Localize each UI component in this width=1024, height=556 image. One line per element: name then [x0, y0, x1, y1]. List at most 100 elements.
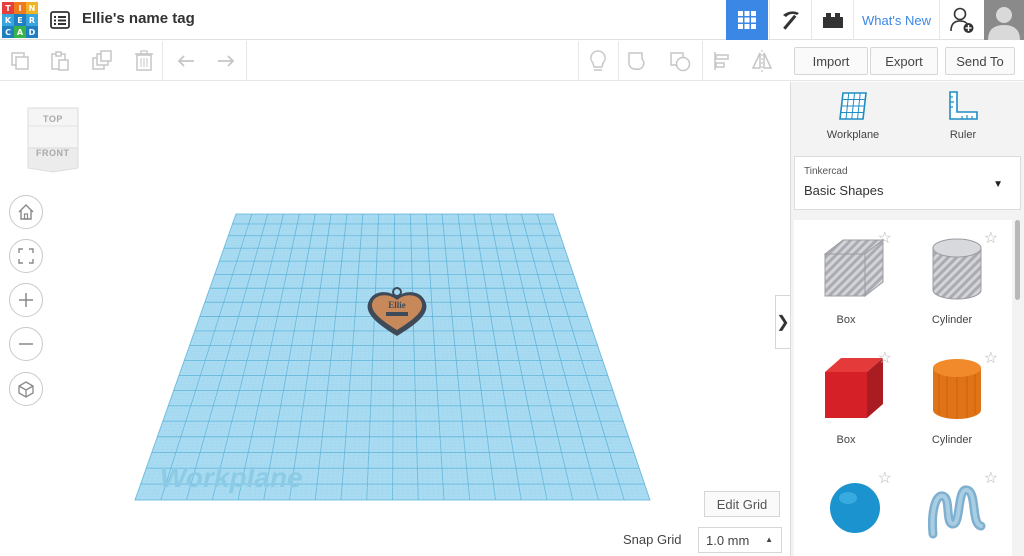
- fit-all-button[interactable]: [9, 239, 43, 273]
- mirror-button[interactable]: [748, 47, 776, 75]
- bricks-button[interactable]: [811, 0, 853, 40]
- copy-icon: [11, 52, 29, 70]
- shapes-scrollbar[interactable]: [1015, 220, 1020, 556]
- whats-new-link[interactable]: What's New: [853, 0, 939, 40]
- shape-label: Cylinder: [931, 314, 973, 326]
- workplane-tool[interactable]: Workplane: [803, 90, 903, 148]
- mirror-icon: [751, 50, 773, 72]
- logo-letter: K: [2, 14, 14, 26]
- workplane-tool-label: Workplane: [826, 129, 880, 141]
- send-to-button[interactable]: Send To: [945, 47, 1015, 75]
- favorite-star-icon[interactable]: ☆: [878, 348, 892, 368]
- logo-letter: E: [14, 14, 26, 26]
- shape-scribble[interactable]: ☆: [900, 460, 1004, 556]
- build-button[interactable]: [769, 0, 811, 40]
- logo-letter: C: [2, 26, 14, 38]
- view-cube-front-label: FRONT: [36, 148, 70, 158]
- collapse-panel-button[interactable]: ❯: [775, 295, 790, 349]
- zoom-in-button[interactable]: [9, 283, 43, 317]
- view-cube[interactable]: TOP FRONT: [22, 102, 84, 174]
- shape-box[interactable]: ☆ Box: [794, 340, 898, 458]
- chevron-right-icon: ❯: [776, 314, 790, 331]
- cube-outline-icon: [18, 381, 34, 398]
- toolbar-divider: [246, 41, 247, 81]
- minus-icon: [19, 343, 33, 345]
- library-source-label: Tinkercad: [804, 166, 848, 177]
- shape-cylinder[interactable]: ☆ Cylinder: [900, 340, 1004, 458]
- list-menu-icon[interactable]: [50, 11, 70, 29]
- shape-label: Cylinder: [931, 434, 973, 446]
- import-button[interactable]: Import: [794, 47, 868, 75]
- document-title[interactable]: Ellie's name tag: [82, 10, 195, 27]
- fit-view-icon: [18, 248, 34, 264]
- ruler-tool-label: Ruler: [949, 129, 977, 141]
- ungroup-button[interactable]: [666, 47, 694, 75]
- edit-grid-button[interactable]: Edit Grid: [704, 491, 780, 517]
- delete-button[interactable]: [130, 47, 158, 75]
- perspective-toggle-button[interactable]: [9, 372, 43, 406]
- scrollbar-thumb[interactable]: [1015, 220, 1020, 300]
- 3d-design-view-button[interactable]: [726, 0, 768, 40]
- name-tag-text: Ellie: [388, 300, 406, 310]
- workplane-grid[interactable]: Workplane Ellie: [0, 82, 790, 556]
- add-user-button[interactable]: [939, 0, 983, 40]
- notes-button[interactable]: [584, 47, 612, 75]
- workplane-watermark: Workplane: [160, 462, 303, 493]
- redo-icon: [218, 55, 235, 67]
- logo-letter: D: [26, 26, 38, 38]
- favorite-star-icon[interactable]: ☆: [984, 348, 998, 368]
- duplicate-icon: [92, 50, 112, 70]
- shapes-grid: ☆ Box ☆ Cylinder ☆ Box ☆ Cylinder ☆ ☆: [794, 220, 1012, 556]
- favorite-star-icon[interactable]: ☆: [984, 468, 998, 488]
- home-icon: [18, 204, 34, 220]
- group-button[interactable]: [624, 47, 652, 75]
- toolbar-divider: [618, 41, 619, 81]
- redo-button[interactable]: [212, 47, 240, 75]
- logo-letter: I: [14, 2, 26, 14]
- shape-library-dropdown[interactable]: Tinkercad Basic Shapes ▼: [794, 156, 1021, 210]
- undo-icon: [177, 55, 194, 67]
- brick-icon: [822, 13, 843, 28]
- workplane-icon: [839, 92, 867, 120]
- plus-icon: [19, 293, 33, 307]
- shape-box-hole[interactable]: ☆ Box: [794, 220, 898, 338]
- logo-letter: A: [14, 26, 26, 38]
- grid-view-icon: [738, 11, 756, 29]
- favorite-star-icon[interactable]: ☆: [878, 468, 892, 488]
- design-canvas[interactable]: Workplane Ellie TOP FRONT Edit Grid Snap: [0, 82, 790, 556]
- pickaxe-icon: [782, 11, 799, 30]
- logo-letter: R: [26, 14, 38, 26]
- favorite-star-icon[interactable]: ☆: [984, 228, 998, 248]
- toolbar-divider: [578, 41, 579, 81]
- duplicate-button[interactable]: [88, 47, 116, 75]
- snap-grid-select[interactable]: 1.0 mm ▲: [698, 527, 782, 553]
- align-icon: [714, 52, 729, 70]
- edit-toolbar: [0, 41, 790, 81]
- trash-icon: [135, 50, 153, 71]
- toolbar-divider: [162, 41, 163, 81]
- tinkercad-logo[interactable]: T I N K E R C A D: [2, 2, 38, 38]
- paste-button[interactable]: [46, 47, 74, 75]
- shape-sphere[interactable]: ☆: [794, 460, 898, 556]
- snap-grid-value: 1.0 mm: [706, 532, 750, 548]
- ruler-tool[interactable]: Ruler: [913, 90, 1013, 148]
- shape-label: Box: [836, 434, 856, 446]
- group-icon: [628, 52, 645, 71]
- avatar[interactable]: [984, 0, 1024, 40]
- library-name: Basic Shapes: [804, 183, 884, 198]
- caret-up-icon: ▲: [765, 535, 773, 544]
- shape-cylinder-hole[interactable]: ☆ Cylinder: [900, 220, 1004, 338]
- dropdown-caret-icon: ▼: [993, 179, 1003, 190]
- logo-letter: T: [2, 2, 14, 14]
- align-button[interactable]: [708, 47, 736, 75]
- undo-button[interactable]: [172, 47, 200, 75]
- zoom-out-button[interactable]: [9, 327, 43, 361]
- copy-button[interactable]: [6, 47, 34, 75]
- home-view-button[interactable]: [9, 195, 43, 229]
- favorite-star-icon[interactable]: ☆: [878, 228, 892, 248]
- shapes-panel: Workplane Ruler Tinkercad Basic Shapes ▼: [790, 82, 1024, 556]
- export-button[interactable]: Export: [870, 47, 938, 75]
- top-bar: T I N K E R C A D Ellie's name tag What'…: [0, 0, 1024, 40]
- paste-icon: [51, 51, 69, 71]
- logo-letter: N: [26, 2, 38, 14]
